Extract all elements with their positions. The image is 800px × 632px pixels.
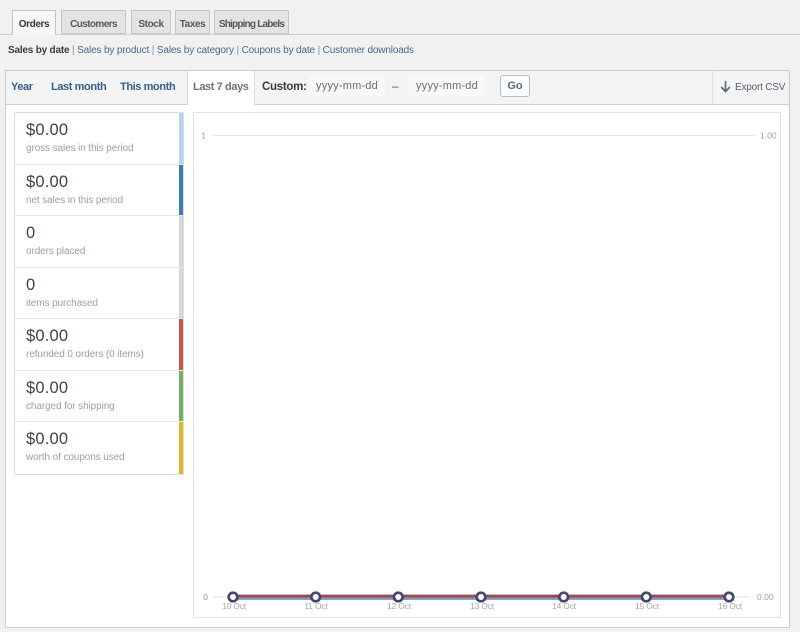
svg-text:1.00: 1.00: [760, 131, 777, 141]
svg-text:16 Oct: 16 Oct: [718, 601, 743, 611]
svg-text:10 Oct: 10 Oct: [222, 601, 247, 611]
svg-text:13 Oct: 13 Oct: [470, 601, 495, 611]
svg-text:14 Oct: 14 Oct: [552, 601, 577, 611]
svg-text:12 Oct: 12 Oct: [387, 601, 412, 611]
svg-text:1: 1: [201, 131, 206, 141]
svg-text:15 Oct: 15 Oct: [635, 601, 660, 611]
svg-text:11 Oct: 11 Oct: [304, 601, 328, 611]
svg-text:0.00: 0.00: [757, 592, 774, 602]
svg-text:0: 0: [203, 592, 208, 602]
